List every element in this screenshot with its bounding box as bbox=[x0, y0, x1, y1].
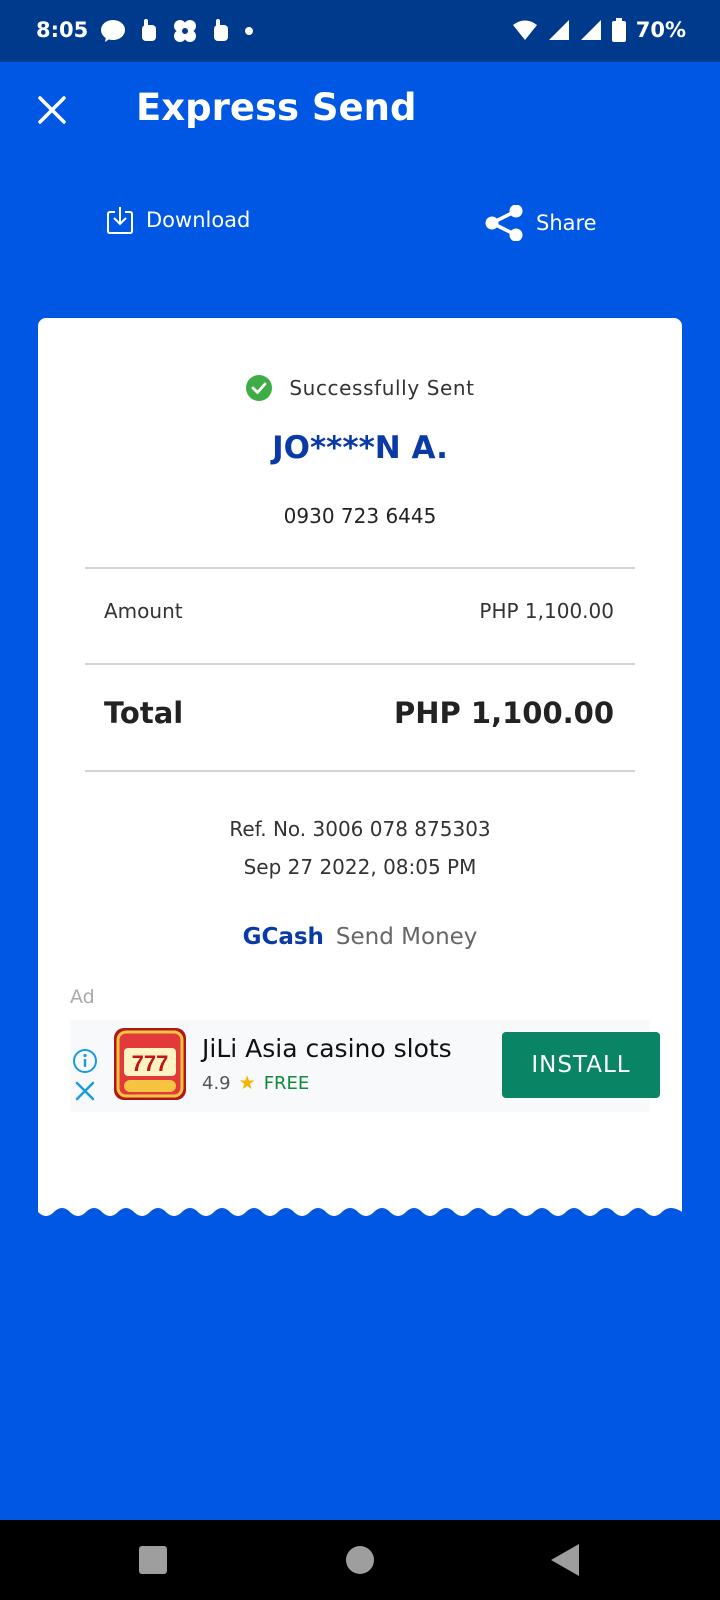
ad-rating: 4.9 bbox=[202, 1072, 231, 1094]
messenger-icon bbox=[101, 20, 125, 42]
divider bbox=[85, 567, 635, 569]
share-label: Share bbox=[536, 211, 597, 235]
page-title: Express Send bbox=[136, 86, 417, 129]
slot-machine-icon: 777 bbox=[114, 1028, 186, 1100]
transaction-datetime: Sep 27 2022, 08:05 PM bbox=[243, 855, 477, 879]
download-label: Download bbox=[146, 208, 251, 232]
recents-button[interactable] bbox=[139, 1546, 167, 1574]
status-text: Successfully Sent bbox=[289, 376, 475, 400]
status-bar: 8:05 70% bbox=[0, 0, 720, 62]
hand-icon-2 bbox=[214, 19, 228, 41]
check-circle-icon bbox=[246, 375, 273, 401]
info-icon[interactable] bbox=[72, 1048, 98, 1074]
app-bar: Express Send bbox=[0, 62, 720, 162]
ad-price: FREE bbox=[263, 1072, 310, 1094]
status-time: 8:05 bbox=[36, 18, 89, 42]
dot-icon bbox=[245, 27, 253, 35]
recipient-name: JO****N A. bbox=[272, 430, 448, 466]
download-button[interactable]: Download bbox=[106, 205, 250, 235]
system-icons: 70% bbox=[512, 18, 686, 42]
reference-number: Ref. No. 3006 078 875303 bbox=[229, 817, 491, 841]
app-icon: 777 bbox=[114, 1028, 186, 1100]
signal-icon-2 bbox=[580, 20, 601, 40]
star-icon: ★ bbox=[238, 1072, 256, 1094]
home-button[interactable] bbox=[346, 1546, 374, 1574]
share-icon bbox=[485, 205, 523, 241]
share-button[interactable]: Share bbox=[484, 205, 597, 241]
total-row: Total PHP 1,100.00 bbox=[104, 696, 614, 730]
notification-icons bbox=[100, 18, 254, 44]
ad-app-name: JiLi Asia casino slots bbox=[202, 1034, 452, 1063]
download-icon bbox=[107, 207, 133, 234]
ad-banner[interactable]: 777 JiLi Asia casino slots 4.9 ★ FREE IN… bbox=[70, 1020, 660, 1112]
battery-percent: 70% bbox=[635, 18, 686, 42]
app-icon-text: 777 bbox=[132, 1051, 169, 1076]
amount-value: PHP 1,100.00 bbox=[479, 599, 614, 623]
brand-service: Send Money bbox=[335, 924, 478, 950]
signal-icon bbox=[548, 20, 569, 40]
close-icon[interactable] bbox=[34, 92, 70, 128]
receipt-torn-edge bbox=[38, 1206, 682, 1216]
wifi-icon bbox=[512, 20, 537, 40]
back-button[interactable] bbox=[551, 1544, 579, 1576]
system-nav-bar bbox=[0, 1520, 720, 1600]
reference-block: Ref. No. 3006 078 875303 Sep 27 2022, 08… bbox=[38, 810, 682, 886]
status-row: Successfully Sent bbox=[38, 374, 682, 402]
pinwheel-icon bbox=[174, 20, 196, 42]
brand-line: GCash Send Money bbox=[38, 924, 682, 950]
close-ad-icon[interactable] bbox=[74, 1080, 96, 1102]
brand-name: GCash bbox=[242, 924, 324, 950]
total-value: PHP 1,100.00 bbox=[394, 696, 614, 730]
divider bbox=[85, 770, 635, 772]
receipt-card: Successfully Sent JO****N A. 0930 723 64… bbox=[38, 318, 682, 1216]
hand-icon bbox=[142, 19, 156, 41]
total-label: Total bbox=[104, 696, 184, 730]
amount-label: Amount bbox=[104, 599, 183, 623]
install-button[interactable]: INSTALL bbox=[502, 1032, 660, 1098]
ad-meta: 4.9 ★ FREE bbox=[202, 1072, 309, 1094]
divider bbox=[85, 663, 635, 665]
recipient-phone: 0930 723 6445 bbox=[283, 504, 437, 528]
ad-label: Ad bbox=[70, 986, 95, 1008]
amount-row: Amount PHP 1,100.00 bbox=[104, 599, 614, 623]
battery-icon bbox=[611, 18, 626, 42]
